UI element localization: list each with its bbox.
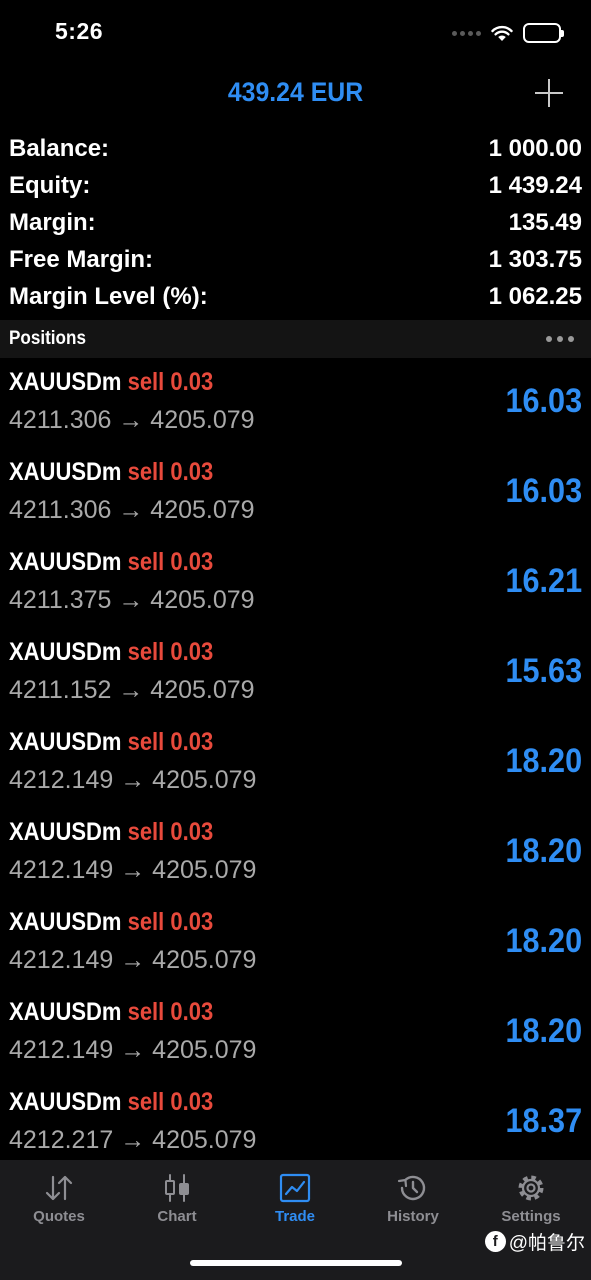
position-row[interactable]: XAUUSDm sell 0.03 4211.306 → 4205.079 16… (0, 360, 591, 450)
summary-value: 1 000.00 (488, 134, 582, 162)
summary-row-equity: Equity: 1 439.24 (0, 167, 591, 204)
position-row[interactable]: XAUUSDm sell 0.03 4211.306 → 4205.079 16… (0, 450, 591, 540)
watermark-text: @帕鲁尔 (508, 1233, 585, 1254)
position-profit: 16.03 (505, 382, 582, 420)
position-symbol: XAUUSDm (9, 548, 122, 576)
trade-icon (279, 1173, 311, 1203)
quotes-icon (45, 1175, 73, 1201)
position-symbol: XAUUSDm (9, 638, 122, 666)
position-symbol: XAUUSDm (9, 458, 122, 486)
position-row[interactable]: XAUUSDm sell 0.03 4212.149 → 4205.079 18… (0, 810, 591, 900)
cellular-signal-icon (452, 30, 481, 36)
more-options-icon[interactable] (546, 336, 574, 342)
positions-section-header: Positions (0, 320, 591, 358)
summary-value: 135.49 (508, 208, 582, 236)
section-title: Positions (9, 328, 86, 349)
position-prices: 4212.217 → 4205.079 (9, 1126, 257, 1154)
settings-icon (518, 1175, 544, 1201)
position-profit: 18.20 (505, 1012, 582, 1050)
position-prices: 4211.152 → 4205.079 (9, 676, 255, 704)
position-row[interactable]: XAUUSDm sell 0.03 4211.152 → 4205.079 15… (0, 630, 591, 720)
tab-trade[interactable]: Trade (236, 1160, 354, 1240)
tab-label: Quotes (33, 1208, 85, 1225)
account-profit-title: 439.24 EUR (227, 77, 364, 107)
summary-label: Free Margin: (9, 245, 154, 273)
chart-icon (165, 1174, 189, 1202)
position-row[interactable]: XAUUSDm sell 0.03 4211.375 → 4205.079 16… (0, 540, 591, 630)
position-symbol: XAUUSDm (9, 728, 122, 756)
position-profit: 15.63 (505, 652, 582, 690)
tab-label: Trade (274, 1208, 316, 1225)
tab-label: History (387, 1208, 439, 1225)
position-row[interactable]: XAUUSDm sell 0.03 4212.149 → 4205.079 18… (0, 720, 591, 810)
position-row[interactable]: XAUUSDm sell 0.03 4212.149 → 4205.079 18… (0, 900, 591, 990)
new-order-button[interactable] (534, 78, 564, 108)
position-prices: 4211.306 → 4205.079 (9, 406, 255, 434)
position-prices: 4212.149 → 4205.079 (9, 766, 257, 794)
summary-row-balance: Balance: 1 000.00 (0, 130, 591, 167)
history-icon (397, 1175, 426, 1201)
positions-list: XAUUSDm sell 0.03 4211.306 → 4205.079 16… (0, 360, 591, 1170)
position-side-volume: sell 0.03 (127, 638, 214, 666)
summary-row-margin: Margin: 135.49 (0, 204, 591, 241)
position-prices: 4211.306 → 4205.079 (9, 496, 255, 524)
facebook-logo-icon: f (484, 1231, 506, 1252)
summary-label: Equity: (9, 171, 91, 199)
position-prices: 4211.375 → 4205.079 (9, 586, 255, 614)
position-row[interactable]: XAUUSDm sell 0.03 4212.149 → 4205.079 18… (0, 990, 591, 1080)
position-side-volume: sell 0.03 (127, 368, 214, 396)
position-side-volume: sell 0.03 (127, 998, 214, 1026)
status-time: 5:26 (55, 18, 104, 44)
tab-chart[interactable]: Chart (118, 1160, 236, 1240)
position-profit: 18.20 (505, 832, 582, 870)
position-prices: 4212.149 → 4205.079 (9, 856, 257, 884)
summary-label: Margin Level (%): (9, 282, 208, 310)
position-side-volume: sell 0.03 (127, 548, 214, 576)
watermark: f @帕鲁尔 (484, 1228, 585, 1255)
tab-quotes[interactable]: Quotes (0, 1160, 118, 1240)
tab-label: Settings (501, 1208, 561, 1225)
position-prices: 4212.149 → 4205.079 (9, 946, 257, 974)
position-symbol: XAUUSDm (9, 368, 122, 396)
summary-value: 1 439.24 (488, 171, 582, 199)
tab-label: Chart (157, 1208, 197, 1225)
position-symbol: XAUUSDm (9, 998, 122, 1026)
position-side-volume: sell 0.03 (127, 818, 214, 846)
summary-row-margin-level: Margin Level (%): 1 062.25 (0, 278, 591, 315)
account-summary: Balance: 1 000.00 Equity: 1 439.24 Margi… (0, 130, 591, 315)
trade-header: 439.24 EUR (0, 64, 591, 126)
position-profit: 16.03 (505, 472, 582, 510)
position-profit: 18.20 (505, 922, 582, 960)
summary-value: 1 062.25 (488, 282, 582, 310)
tab-history[interactable]: History (354, 1160, 472, 1240)
position-symbol: XAUUSDm (9, 908, 122, 936)
position-symbol: XAUUSDm (9, 818, 122, 846)
position-side-volume: sell 0.03 (127, 728, 214, 756)
position-prices: 4212.149 → 4205.079 (9, 1036, 257, 1064)
position-side-volume: sell 0.03 (127, 458, 214, 486)
home-indicator[interactable] (190, 1260, 402, 1266)
summary-row-free-margin: Free Margin: 1 303.75 (0, 241, 591, 278)
position-profit: 18.37 (505, 1102, 582, 1140)
battery-icon (523, 23, 564, 43)
summary-label: Balance: (9, 134, 110, 162)
summary-label: Margin: (9, 208, 96, 236)
status-bar: 5:26 (0, 0, 591, 64)
position-profit: 18.20 (505, 742, 582, 780)
position-profit: 16.21 (505, 562, 582, 600)
position-side-volume: sell 0.03 (127, 1088, 214, 1116)
position-symbol: XAUUSDm (9, 1088, 122, 1116)
summary-value: 1 303.75 (488, 245, 582, 273)
status-icons (452, 20, 564, 46)
position-side-volume: sell 0.03 (127, 908, 214, 936)
wifi-icon (491, 25, 513, 41)
position-row[interactable]: XAUUSDm sell 0.03 4212.217 → 4205.079 18… (0, 1080, 591, 1170)
